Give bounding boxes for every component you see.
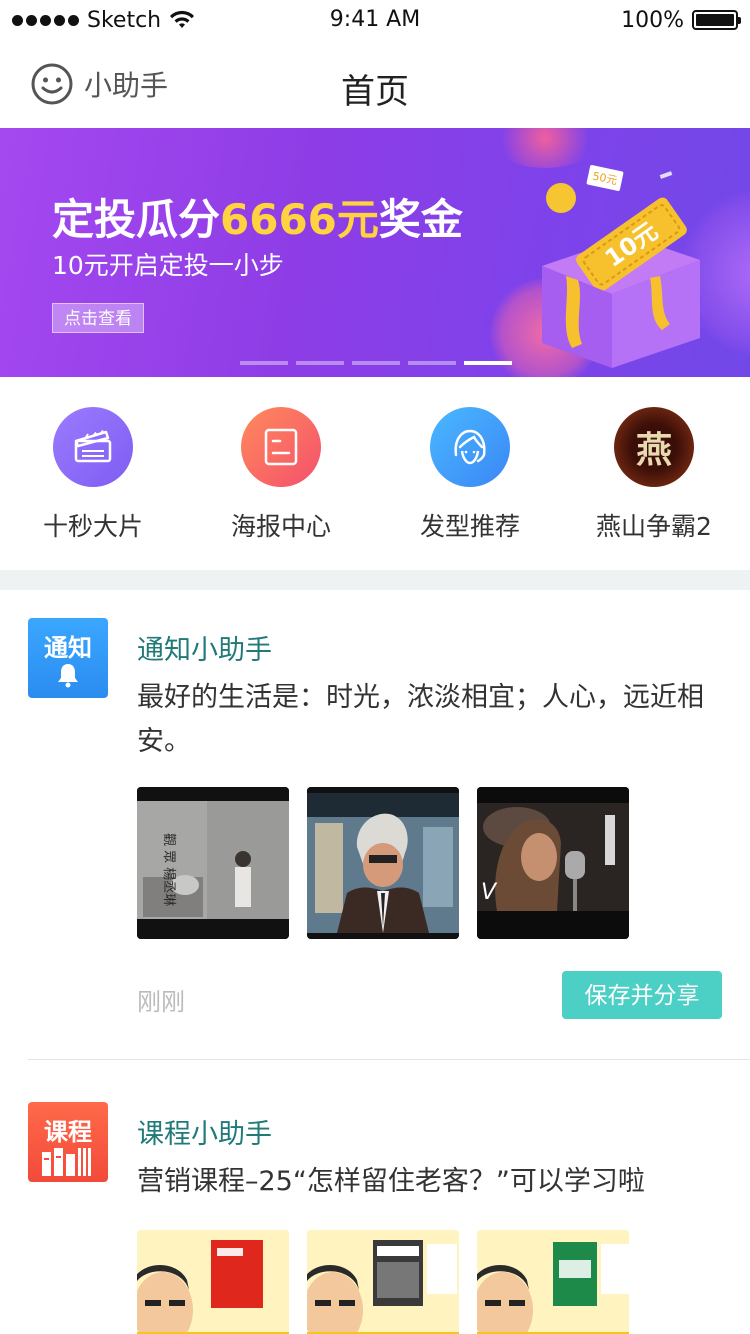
thumb-caption: 觀 眾 楊丞琳: [161, 833, 177, 906]
avatar-label: 课程: [44, 1118, 92, 1146]
sender-name[interactable]: 通知小助手: [137, 628, 272, 667]
quick-action-label: 十秒大片: [42, 512, 143, 541]
books-icon: [42, 1148, 91, 1176]
quick-action-yanshan-game[interactable]: 燕 燕山争霸2: [569, 407, 739, 543]
timestamp: 刚刚: [137, 988, 185, 1016]
battery-icon: [692, 10, 741, 30]
page-title: 首页: [341, 72, 409, 112]
clapperboard-icon: [53, 407, 133, 487]
avatar-label: 通知: [44, 634, 92, 662]
notice-avatar[interactable]: 通知: [28, 618, 108, 698]
pager-dot[interactable]: [240, 361, 288, 365]
poster-icon: [241, 407, 321, 487]
nav-bar: 小助手 首页: [0, 40, 750, 128]
notice-card: 通知 通知小助手 最好的生活是：时光，浓淡相宜；人心，远近相安。 觀 眾 楊丞琳: [0, 590, 750, 1060]
image-grid: 觀 眾 楊丞琳 V: [137, 787, 629, 939]
banner-title-prefix: 定投瓜分: [52, 195, 221, 244]
section-divider: [0, 570, 750, 590]
message-text: 营销课程–25“怎样留住老客？”可以学习啦: [137, 1166, 645, 1197]
hairstyle-icon: [430, 407, 510, 487]
video-thumbnail[interactable]: V: [477, 787, 629, 939]
pager-dot[interactable]: [464, 361, 512, 365]
sender-name[interactable]: 课程小助手: [137, 1112, 272, 1151]
gift-box-icon: 50元 10元: [542, 165, 700, 368]
quick-action-label: 燕山争霸2: [596, 512, 712, 541]
banner-view-button[interactable]: 点击查看: [52, 303, 144, 333]
banner-title-suffix: 奖金: [378, 195, 463, 244]
pager-dot[interactable]: [408, 361, 456, 365]
course-avatar[interactable]: 课程: [28, 1102, 108, 1182]
battery-info: 100%: [621, 6, 741, 34]
svg-text:V: V: [481, 880, 498, 905]
bell-icon: [58, 664, 78, 688]
course-card: 课程 课程小助手 营销课程–25“怎样留住老客？”可以学习啦: [0, 1060, 750, 1334]
course-cover-thumbnail[interactable]: [137, 1230, 289, 1334]
quick-action-label: 发型推荐: [419, 512, 520, 541]
save-and-share-button[interactable]: 保存并分享: [562, 971, 722, 1019]
quick-action-hairstyle[interactable]: 发型推荐: [385, 407, 555, 543]
emblem-glyph: 燕: [635, 429, 672, 471]
banner-title-highlight: 6666元: [220, 195, 379, 244]
promo-banner[interactable]: 定投瓜分6666元奖金 10元开启定投一小步 点击查看 50元 10元: [0, 128, 750, 377]
course-cover-thumbnail[interactable]: [307, 1230, 459, 1334]
image-grid: [137, 1230, 629, 1334]
video-thumbnail[interactable]: [307, 787, 459, 939]
quick-action-label: 海报中心: [230, 512, 331, 541]
message-text: 最好的生活是：时光，浓淡相宜；人心，远近相安。: [137, 682, 704, 757]
game-emblem-icon: 燕: [614, 407, 694, 487]
course-cover-thumbnail[interactable]: [477, 1230, 629, 1334]
status-bar: Sketch 9:41 AM 100%: [0, 0, 750, 40]
pager-dot[interactable]: [296, 361, 344, 365]
banner-pager[interactable]: [240, 361, 512, 365]
quick-action-ten-second-video[interactable]: 十秒大片: [8, 407, 178, 543]
quick-actions: 十秒大片 海报中心 发型推荐 燕 燕山争霸2: [0, 377, 750, 570]
quick-action-poster-center[interactable]: 海报中心: [196, 407, 366, 543]
pager-dot[interactable]: [352, 361, 400, 365]
video-thumbnail[interactable]: 觀 眾 楊丞琳: [137, 787, 289, 939]
banner-subtitle: 10元开启定投一小步: [52, 251, 284, 280]
battery-percent: 100%: [621, 7, 684, 33]
banner-title: 定投瓜分6666元奖金: [52, 186, 463, 247]
